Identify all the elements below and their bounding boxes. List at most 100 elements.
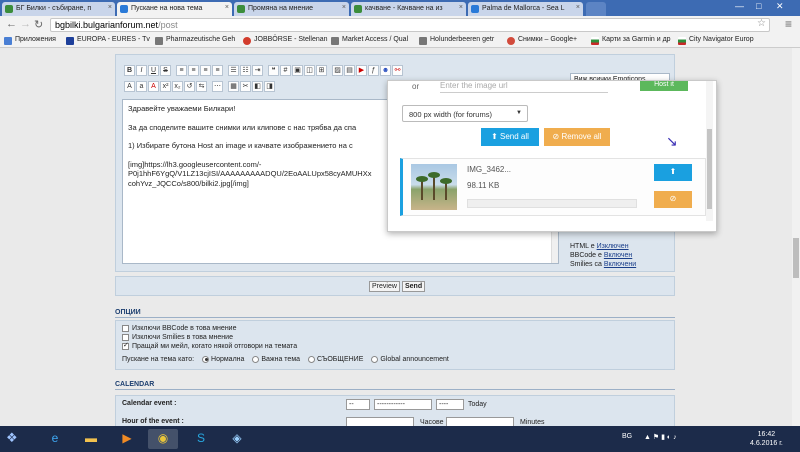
send-all-button[interactable]: ⬆ Send all bbox=[481, 128, 539, 146]
screen-recorder-icon[interactable]: ◈ bbox=[222, 429, 252, 449]
justify-icon[interactable]: ≡ bbox=[212, 65, 223, 76]
checkbox-checked[interactable] bbox=[122, 341, 129, 350]
radio-sticky[interactable] bbox=[252, 355, 260, 363]
host-it-button[interactable]: Host it bbox=[640, 81, 688, 91]
today-link[interactable]: Today bbox=[468, 401, 487, 408]
bookmark-item[interactable]: Снимки – Google+ bbox=[507, 36, 577, 45]
option-row[interactable]: Изключи BBCode в това мнение bbox=[122, 324, 668, 333]
close-tab-icon[interactable]: × bbox=[342, 4, 346, 11]
address-bar[interactable]: bgbilki.bulgarianforum.net/post bbox=[50, 18, 770, 32]
browser-menu-icon[interactable]: ≡ bbox=[785, 17, 792, 31]
font-icon[interactable]: A bbox=[124, 81, 135, 92]
bbcode-status-link[interactable]: Включен bbox=[604, 252, 632, 259]
text-color-icon[interactable]: A bbox=[148, 81, 159, 92]
html-status-link[interactable]: Изключен bbox=[597, 243, 629, 250]
bookmark-apps[interactable]: Приложения bbox=[4, 36, 56, 45]
scroll-icon[interactable]: ⇆ bbox=[196, 81, 207, 92]
switch-mode-icon[interactable]: ◨ bbox=[264, 81, 275, 92]
remove-file-button[interactable]: ⊘ bbox=[654, 191, 692, 208]
radio-announcement[interactable] bbox=[308, 355, 315, 363]
bookmark-item[interactable]: EUROPA - EURES - Tv bbox=[66, 36, 150, 45]
bookmark-item[interactable]: Pharmazeutische Geh bbox=[155, 36, 235, 45]
radio-normal[interactable] bbox=[202, 355, 210, 363]
font-size-icon[interactable]: a bbox=[136, 81, 147, 92]
html-icon[interactable]: ◧ bbox=[252, 81, 263, 92]
bookmark-item[interactable]: Market Access / Qual bbox=[331, 36, 408, 45]
internet-explorer-icon[interactable]: e bbox=[40, 429, 70, 449]
day-select[interactable]: -- bbox=[346, 399, 370, 410]
list-icon[interactable]: ☰ bbox=[228, 65, 239, 76]
tray-icons[interactable]: ▲ ⚑ ▮ ◐ ♪ bbox=[644, 433, 677, 441]
spoiler-icon[interactable]: ◫ bbox=[304, 65, 315, 76]
bookmark-item[interactable]: JOBBÖRSE - Stellenan bbox=[243, 36, 328, 45]
bookmark-item[interactable]: Holunderbeeren getr bbox=[419, 36, 494, 45]
send-button[interactable]: Send bbox=[402, 281, 426, 292]
close-tab-icon[interactable]: × bbox=[108, 4, 112, 11]
scroll-thumb[interactable] bbox=[793, 238, 799, 278]
tab-4[interactable]: Palma de Mallorca - Sea L × bbox=[468, 2, 583, 16]
tab-3[interactable]: качване - Качване на из × bbox=[351, 2, 466, 16]
page-scrollbar[interactable] bbox=[792, 48, 800, 426]
subscript-icon[interactable]: x₂ bbox=[172, 81, 183, 92]
separator-icon[interactable]: ⋯ bbox=[212, 81, 223, 92]
image-url-input[interactable]: Enter the image url bbox=[440, 81, 608, 93]
start-button-icon[interactable]: ❖ bbox=[6, 430, 24, 448]
checkbox[interactable] bbox=[122, 333, 129, 341]
host-image-icon[interactable]: ▤ bbox=[344, 65, 355, 76]
checkbox[interactable] bbox=[122, 324, 129, 332]
tab-1[interactable]: Пускане на нова тема × bbox=[117, 2, 232, 16]
language-indicator[interactable]: BG bbox=[622, 433, 632, 440]
hour-input[interactable] bbox=[346, 417, 414, 426]
resize-width-select[interactable]: 800 px width (for forums) ▼ bbox=[402, 105, 528, 122]
date-icon[interactable]: ▦ bbox=[228, 81, 239, 92]
new-tab-button[interactable] bbox=[586, 2, 606, 16]
popup-scroll-thumb[interactable] bbox=[707, 129, 712, 209]
flash-icon[interactable]: ƒ bbox=[368, 65, 379, 76]
year-select[interactable]: ---- bbox=[436, 399, 464, 410]
skype-icon[interactable]: S bbox=[186, 429, 216, 449]
maximize-icon[interactable]: □ bbox=[756, 1, 761, 11]
youtube-icon[interactable]: ▶ bbox=[356, 65, 367, 76]
month-select[interactable]: ------------ bbox=[374, 399, 432, 410]
forward-icon[interactable]: → bbox=[20, 18, 31, 30]
upload-file-button[interactable]: ⬆ bbox=[654, 164, 692, 181]
preview-button[interactable]: Preview bbox=[369, 281, 400, 292]
close-tab-icon[interactable]: × bbox=[225, 4, 229, 11]
tab-2[interactable]: Промяна на мнение × bbox=[234, 2, 349, 16]
quote-icon[interactable]: ❝ bbox=[268, 65, 279, 76]
align-right-icon[interactable]: ≡ bbox=[200, 65, 211, 76]
bold-icon[interactable]: B bbox=[124, 65, 135, 76]
close-tab-icon[interactable]: × bbox=[576, 4, 580, 11]
bookmark-item[interactable]: City Navigator Europ bbox=[678, 36, 754, 45]
tab-0[interactable]: БГ Билки - събиране, п × bbox=[2, 2, 115, 16]
align-center-icon[interactable]: ≡ bbox=[188, 65, 199, 76]
table-icon[interactable]: ⊞ bbox=[316, 65, 327, 76]
hide-icon[interactable]: ▣ bbox=[292, 65, 303, 76]
system-clock[interactable]: 16:42 4.6.2016 г. bbox=[750, 430, 783, 448]
close-tab-icon[interactable]: × bbox=[459, 4, 463, 11]
radio-global[interactable] bbox=[371, 355, 379, 363]
superscript-icon[interactable]: x² bbox=[160, 81, 171, 92]
minimize-icon[interactable]: — bbox=[735, 1, 744, 11]
strike-icon[interactable]: S bbox=[160, 65, 171, 76]
bookmark-star-icon[interactable]: ☆ bbox=[757, 18, 766, 29]
back-icon[interactable]: ← bbox=[6, 18, 17, 30]
option-row[interactable]: Изключи Smilies в това мнение bbox=[122, 333, 668, 342]
minutes-input[interactable] bbox=[446, 417, 514, 426]
code-icon[interactable]: # bbox=[280, 65, 291, 76]
indent-icon[interactable]: ⇥ bbox=[252, 65, 263, 76]
numbered-list-icon[interactable]: ☷ bbox=[240, 65, 251, 76]
image-icon[interactable]: ▨ bbox=[332, 65, 343, 76]
media-player-icon[interactable]: ▶ bbox=[112, 429, 142, 449]
align-left-icon[interactable]: ≡ bbox=[176, 65, 187, 76]
rotate-icon[interactable]: ↺ bbox=[184, 81, 195, 92]
cut-icon[interactable]: ✂ bbox=[240, 81, 251, 92]
option-row[interactable]: Пращай ми мейл, когато някой отговори на… bbox=[122, 341, 668, 351]
underline-icon[interactable]: U bbox=[148, 65, 159, 76]
smilies-status-link[interactable]: Включени bbox=[604, 261, 636, 268]
bookmark-item[interactable]: Карти за Garmin и др bbox=[591, 36, 671, 45]
remove-all-button[interactable]: ⊘ Remove all bbox=[544, 128, 610, 146]
close-window-icon[interactable]: ✕ bbox=[776, 1, 784, 12]
italic-icon[interactable]: I bbox=[136, 65, 147, 76]
file-explorer-icon[interactable]: ▬ bbox=[76, 429, 106, 449]
